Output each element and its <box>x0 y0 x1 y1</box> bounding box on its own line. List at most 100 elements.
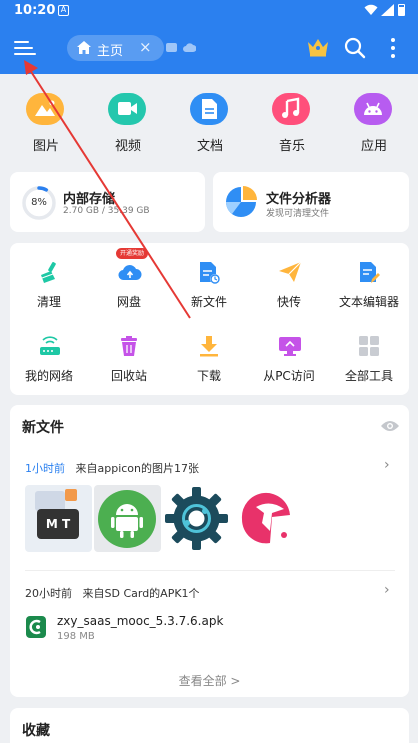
storage-usage: 2.70 GB / 35.39 GB <box>63 206 150 216</box>
tool-label: 新文件 <box>190 295 227 309</box>
category-label: 音乐 <box>278 139 305 154</box>
tool-all-tools[interactable]: 全部工具 <box>330 335 408 395</box>
favorites-card: 收藏 <box>10 708 409 743</box>
thumbnail-text: M T <box>37 509 79 539</box>
image-icon <box>26 93 64 125</box>
tool-text-editor[interactable]: 文本编辑器 <box>330 261 408 321</box>
new-file-icon <box>200 262 220 284</box>
tool-label: 回收站 <box>110 369 147 383</box>
tool-cloud-drive[interactable]: 网盘 <box>90 261 168 321</box>
analyzer-subtitle: 发现可清理文件 <box>266 209 330 219</box>
category-music[interactable]: 音乐 <box>262 84 322 158</box>
category-label: 文档 <box>196 139 223 154</box>
recent-files-card: 新文件 1小时前 来自appicon的图片17张 › M T 20小时前 来自S… <box>10 405 409 697</box>
tool-label: 网盘 <box>116 295 141 309</box>
recent-group-images[interactable]: 1小时前 来自appicon的图片17张 <box>25 460 199 476</box>
apk-file-icon <box>26 616 46 638</box>
divider <box>25 570 395 571</box>
storage-percent: 8% <box>31 197 47 208</box>
home-icon <box>77 41 91 54</box>
tool-pc-access[interactable]: 从PC访问 <box>250 335 328 395</box>
file-size: 198 MB <box>57 631 95 642</box>
recent-files-title: 新文件 <box>22 420 64 436</box>
recent-thumbnails: M T <box>25 485 300 553</box>
status-bar: 10:20 A <box>0 0 418 22</box>
tool-quick-send[interactable]: 快传 <box>250 261 328 321</box>
tab-home-label: 主页 <box>97 44 124 59</box>
recent-group-apks[interactable]: 20小时前 来自SD Card的APK1个 <box>25 585 200 601</box>
tool-label: 我的网络 <box>24 369 73 383</box>
category-videos[interactable]: 视频 <box>98 84 158 158</box>
chevron-right-icon[interactable]: › <box>384 582 390 598</box>
tool-label: 快传 <box>276 295 301 309</box>
thumbnail-image[interactable] <box>232 485 299 552</box>
analyzer-title: 文件分析器 <box>266 192 332 207</box>
category-label: 图片 <box>32 139 59 154</box>
recent-group-desc: 来自appicon的图片17张 <box>75 462 200 475</box>
tool-recycle-bin[interactable]: 回收站 <box>90 335 168 395</box>
android-app-icon <box>98 490 156 548</box>
recent-group-time: 20小时前 <box>25 587 72 600</box>
music-icon <box>272 93 310 125</box>
tool-label: 清理 <box>36 295 61 309</box>
category-images[interactable]: 图片 <box>16 84 76 158</box>
pie-chart-icon <box>226 186 257 217</box>
tool-label: 从PC访问 <box>263 369 315 383</box>
chevron-right-icon[interactable]: › <box>384 457 390 473</box>
tool-label: 下载 <box>196 369 221 383</box>
tab-home[interactable]: 主页 × <box>67 35 164 61</box>
battery-icon <box>398 4 405 16</box>
category-row: 图片 视频 文档 音乐 应用 <box>0 84 418 158</box>
thumbnail-image[interactable] <box>94 485 161 552</box>
app-header: 10:20 A 主页 × <box>0 0 418 74</box>
tools-grid: 清理 网盘 开通奖励 新文件 快传 文本编辑器 我的网络 回收站 下载 从PC访… <box>10 243 409 395</box>
more-icon[interactable] <box>390 38 396 58</box>
file-name: zxy_saas_mooc_5.3.7.6.apk <box>57 614 224 628</box>
close-tab-icon[interactable]: × <box>139 38 152 56</box>
storage-title: 内部存储 <box>63 192 116 207</box>
internal-storage-card[interactable]: 8% 内部存储 2.70 GB / 35.39 GB <box>10 172 205 232</box>
file-analyzer-card[interactable]: 文件分析器 发现可清理文件 <box>213 172 409 232</box>
tool-new-files[interactable]: 新文件 <box>170 261 248 321</box>
tool-label: 全部工具 <box>344 369 393 383</box>
tool-my-network[interactable]: 我的网络 <box>10 335 88 395</box>
thumbnail-image[interactable] <box>163 485 230 552</box>
notification-icon: A <box>58 5 69 16</box>
gear-icon <box>165 487 228 550</box>
text-editor-icon <box>360 262 380 283</box>
recent-group-time: 1小时前 <box>25 462 65 475</box>
menu-icon[interactable] <box>14 39 36 57</box>
category-apps[interactable]: 应用 <box>344 84 404 158</box>
router-icon <box>40 336 60 355</box>
android-icon <box>354 93 392 125</box>
download-icon <box>200 336 218 357</box>
all-tools-icon <box>359 336 379 356</box>
document-icon <box>190 93 228 125</box>
tab-thumbnail-icon[interactable] <box>166 43 177 52</box>
view-all-link[interactable]: 查看全部 > <box>10 672 409 689</box>
favorites-title: 收藏 <box>22 723 50 739</box>
category-documents[interactable]: 文档 <box>180 84 240 158</box>
category-label: 视频 <box>114 139 141 154</box>
eye-icon[interactable] <box>380 419 400 433</box>
brand-logo-icon <box>241 492 290 544</box>
broom-icon <box>41 262 56 283</box>
signal-icon <box>381 4 394 16</box>
pc-access-icon <box>279 337 301 356</box>
cloud-tab-icon[interactable] <box>183 42 196 52</box>
crown-icon[interactable] <box>307 37 329 57</box>
search-icon[interactable] <box>344 37 366 59</box>
status-time: 10:20 <box>14 3 56 18</box>
recent-group-desc: 来自SD Card的APK1个 <box>82 587 200 600</box>
tool-label: 文本编辑器 <box>338 295 399 309</box>
send-icon <box>279 261 302 282</box>
recycle-bin-icon <box>121 336 137 356</box>
video-icon <box>108 93 146 125</box>
wifi-icon <box>364 4 378 15</box>
cloud-icon <box>118 265 142 281</box>
promo-badge: 开通奖励 <box>116 248 149 259</box>
tool-clean[interactable]: 清理 <box>10 261 88 321</box>
category-label: 应用 <box>360 139 387 154</box>
thumbnail-image[interactable]: M T <box>25 485 92 552</box>
tool-download[interactable]: 下载 <box>170 335 248 395</box>
